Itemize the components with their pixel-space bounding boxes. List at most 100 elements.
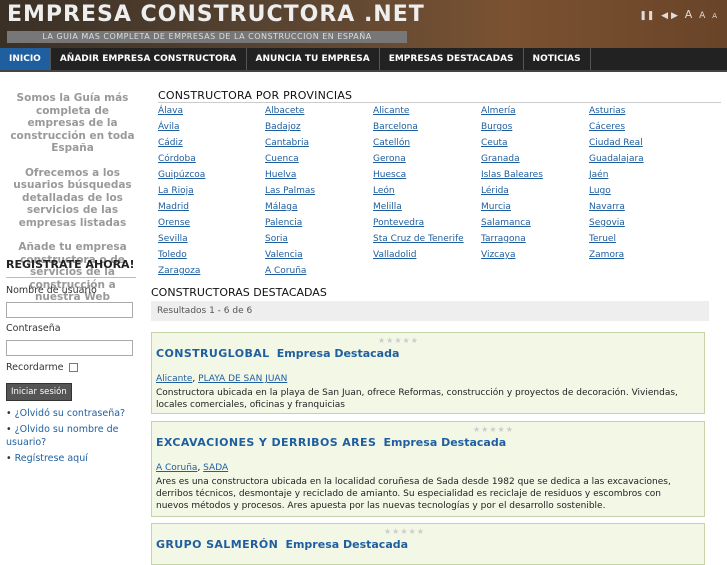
province-link[interactable]: Segovia — [589, 218, 625, 228]
province-link[interactable]: Valencia — [265, 250, 303, 260]
province-link[interactable]: Ceuta — [481, 138, 508, 148]
font-decrease-button[interactable]: A — [712, 12, 717, 20]
province-link[interactable]: Catellón — [373, 138, 410, 148]
nav-anuncia-empresa[interactable]: ANUNCIA TU EMPRESA — [247, 48, 380, 70]
province-link[interactable]: Cáceres — [589, 122, 625, 132]
province-link[interactable]: Cantabria — [265, 138, 309, 148]
province-link[interactable]: Granada — [481, 154, 520, 164]
login-form: REGISTRATE AHORA! Nombre de usuario Cont… — [6, 258, 136, 468]
province-link[interactable]: Las Palmas — [265, 186, 315, 196]
company-name-text: CONSTRUGLOBAL — [156, 347, 270, 360]
nav-empresas-destacadas[interactable]: EMPRESAS DESTACADAS — [380, 48, 524, 70]
province-link[interactable]: Melilla — [373, 202, 402, 212]
province-link[interactable]: Burgos — [481, 122, 512, 132]
featured-title: CONSTRUCTORAS DESTACADAS — [151, 286, 327, 299]
province-link[interactable]: Lugo — [589, 186, 611, 196]
password-input[interactable] — [6, 339, 133, 356]
location-province-link[interactable]: Alicante — [156, 374, 192, 384]
company-location: A Coruña, SADA — [156, 463, 229, 473]
province-link[interactable]: Valladolid — [373, 250, 416, 260]
province-link[interactable]: Guipúzcoa — [158, 170, 205, 180]
province-link[interactable]: Teruel — [589, 234, 616, 244]
province-link[interactable]: Soria — [265, 234, 288, 244]
province-link[interactable]: Almería — [481, 106, 516, 116]
company-name[interactable]: EXCAVACIONES Y DERRIBOS ARES Empresa Des… — [156, 436, 506, 449]
province-link[interactable]: Alicante — [373, 106, 409, 116]
rating-stars[interactable]: ★★★★★ — [384, 527, 425, 536]
rating-stars[interactable]: ★★★★★ — [378, 336, 419, 345]
province-link[interactable]: Gerona — [373, 154, 406, 164]
province-link[interactable]: Sta Cruz de Tenerife — [373, 234, 464, 244]
province-link[interactable]: Ávila — [158, 122, 179, 132]
province-link[interactable]: Toledo — [158, 250, 187, 260]
pause-icon[interactable]: ❚❚ — [639, 11, 654, 21]
province-link[interactable]: La Rioja — [158, 186, 194, 196]
register-link[interactable]: Regístrese aquí — [15, 453, 88, 464]
company-description: Constructora ubicada en la playa de San … — [156, 388, 678, 410]
province-link[interactable]: Vizcaya — [481, 250, 516, 260]
divider — [158, 102, 721, 103]
province-link[interactable]: Cádiz — [158, 138, 183, 148]
rating-stars[interactable]: ★★★★★ — [473, 425, 514, 434]
province-link[interactable]: Guadalajara — [589, 154, 644, 164]
login-title: REGISTRATE AHORA! — [6, 258, 136, 278]
username-input[interactable] — [6, 301, 133, 318]
province-link[interactable]: Murcia — [481, 202, 511, 212]
nav-noticias[interactable]: NOTICIAS — [524, 48, 591, 70]
province-link[interactable]: Navarra — [589, 202, 625, 212]
font-reset-button[interactable]: A — [699, 11, 705, 21]
company-description: Ares es una constructora ubicada en la l… — [156, 477, 671, 511]
province-link[interactable]: Zaragoza — [158, 266, 200, 276]
province-link[interactable]: Córdoba — [158, 154, 196, 164]
province-link[interactable]: Salamanca — [481, 218, 531, 228]
location-province-link[interactable]: A Coruña — [156, 463, 197, 473]
forgot-username-link[interactable]: ¿Olvido su nombre de usuario? — [6, 424, 118, 448]
province-link[interactable]: Barcelona — [373, 122, 418, 132]
province-link[interactable]: Jaén — [589, 170, 608, 180]
province-link[interactable]: Cuenca — [265, 154, 299, 164]
remember-checkbox[interactable] — [69, 363, 79, 372]
province-link[interactable]: Málaga — [265, 202, 298, 212]
province-link[interactable]: Islas Baleares — [481, 170, 543, 180]
province-link[interactable]: A Coruña — [265, 266, 306, 276]
province-link[interactable]: Orense — [158, 218, 190, 228]
intro-paragraph: Ofrecemos a los usuarios búsquedas detal… — [13, 166, 132, 229]
remember-row: Recordarme — [6, 362, 136, 373]
location-town-link[interactable]: PLAYA DE SAN JUAN — [198, 374, 287, 384]
list-item: • Regístrese aquí — [6, 453, 88, 464]
nav-anadir-empresa[interactable]: AÑADIR EMPRESA CONSTRUCTORA — [51, 48, 247, 70]
provinces-title: CONSTRUCTORA POR PROVINCIAS — [158, 89, 353, 102]
site-title[interactable]: EMPRESA CONSTRUCTORA .NET — [7, 2, 425, 27]
site-header: EMPRESA CONSTRUCTORA .NET LA GUIA MAS CO… — [0, 0, 727, 48]
province-link[interactable]: León — [373, 186, 395, 196]
company-name-text: EXCAVACIONES Y DERRIBOS ARES — [156, 436, 377, 449]
intro-paragraph: Somos la Guía más completa de empresas d… — [10, 92, 135, 154]
location-town-link[interactable]: SADA — [203, 463, 228, 473]
province-link[interactable]: Pontevedra — [373, 218, 424, 228]
province-link[interactable]: Badajoz — [265, 122, 301, 132]
province-link[interactable]: Huelva — [265, 170, 296, 180]
province-link[interactable]: Ciudad Real — [589, 138, 643, 148]
forgot-password-link[interactable]: ¿Olvidó su contraseña? — [15, 408, 125, 419]
login-button[interactable]: Iniciar sesión — [6, 383, 72, 401]
province-link[interactable]: Madrid — [158, 202, 189, 212]
prev-next-icon[interactable]: ◀ ▶ — [661, 11, 678, 21]
list-item: • ¿Olvidó su contraseña? — [6, 408, 126, 419]
province-link[interactable]: Sevilla — [158, 234, 188, 244]
featured-tag: Empresa Destacada — [383, 436, 507, 449]
province-link[interactable]: Tarragona — [481, 234, 526, 244]
province-link[interactable]: Asturias — [589, 106, 625, 116]
main-nav: INICIO AÑADIR EMPRESA CONSTRUCTORA ANUNC… — [0, 48, 727, 72]
company-card: ★★★★★ CONSTRUGLOBAL Empresa Destacada Al… — [151, 332, 705, 414]
font-increase-button[interactable]: A — [685, 8, 693, 21]
company-name[interactable]: CONSTRUGLOBAL Empresa Destacada — [156, 347, 399, 360]
remember-label: Recordarme — [6, 362, 64, 373]
nav-inicio[interactable]: INICIO — [0, 48, 51, 70]
province-link[interactable]: Palencia — [265, 218, 302, 228]
province-link[interactable]: Lérida — [481, 186, 509, 196]
province-link[interactable]: Huesca — [373, 170, 406, 180]
province-link[interactable]: Zamora — [589, 250, 624, 260]
province-link[interactable]: Albacete — [265, 106, 304, 116]
featured-tag: Empresa Destacada — [276, 347, 400, 360]
province-link[interactable]: Álava — [158, 106, 183, 116]
